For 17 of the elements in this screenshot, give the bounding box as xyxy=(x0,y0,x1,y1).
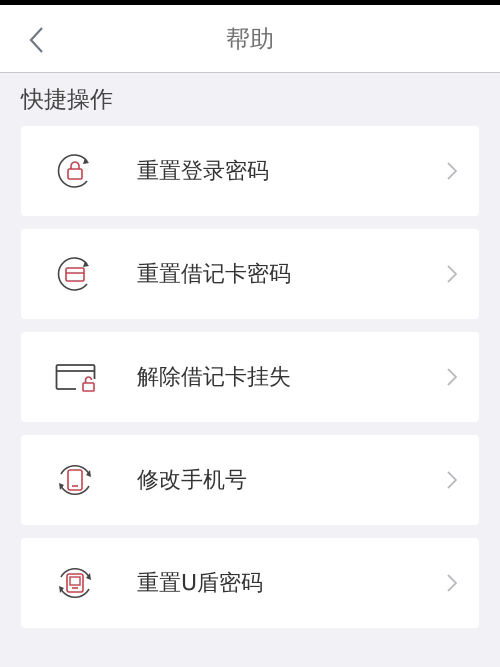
item-label: 重置U盾密码 xyxy=(137,570,264,598)
chevron-icon xyxy=(447,368,457,386)
item-label: 重置登录密码 xyxy=(137,158,270,186)
chevron-icon xyxy=(447,162,457,180)
menu-item[interactable]: 修改手机号 xyxy=(21,435,479,525)
section-title: 快捷操作 xyxy=(21,86,113,116)
menu-item[interactable]: 解除借记卡挂失 xyxy=(21,332,479,422)
menu-item[interactable]: 重置登录密码 xyxy=(21,126,479,216)
chevron-icon xyxy=(447,265,457,283)
chevron-icon xyxy=(447,574,457,592)
menu-item[interactable]: 重置U盾密码 xyxy=(21,538,479,628)
item-label: 解除借记卡挂失 xyxy=(137,364,292,392)
chevron-icon xyxy=(447,471,457,489)
item-label: 修改手机号 xyxy=(137,466,248,494)
menu-item[interactable]: 重置借记卡密码 xyxy=(21,229,479,319)
page-title: 帮助 xyxy=(226,24,274,54)
item-label: 重置借记卡密码 xyxy=(137,260,292,288)
